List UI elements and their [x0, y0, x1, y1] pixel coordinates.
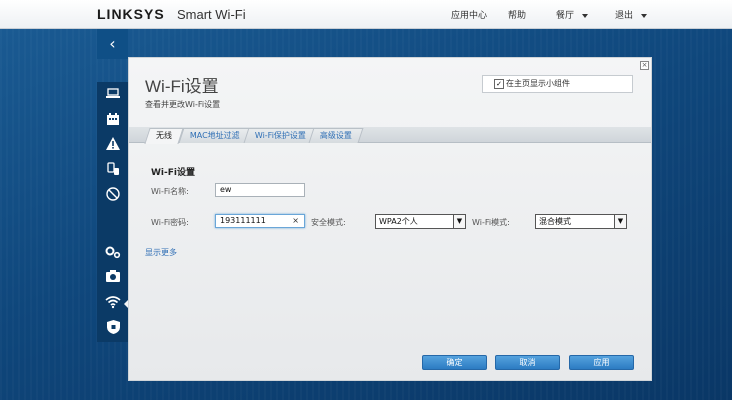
close-button[interactable]: ×: [640, 61, 649, 70]
shield-icon: [106, 320, 120, 334]
clear-icon[interactable]: ×: [292, 215, 299, 227]
nav-account-label: 餐厅: [556, 11, 575, 21]
close-icon: ×: [641, 61, 648, 69]
chevron-down-icon: [641, 13, 648, 18]
ok-button[interactable]: 确定: [422, 355, 487, 370]
wifi-mode-label: Wi-Fi模式:: [472, 218, 510, 227]
camera-icon: [106, 270, 120, 282]
sidebar-item-media[interactable]: [104, 270, 122, 288]
checkbox-icon[interactable]: ✓: [494, 79, 504, 89]
wifi-settings-panel: × Wi-Fi设置 查看并更改Wi-Fi设置 ✓ 在主页显示小组件 无线 MAC…: [128, 57, 652, 381]
chevron-down-icon: [582, 13, 589, 18]
nav-logout-label: 退出: [615, 11, 634, 21]
warning-icon: [106, 137, 120, 150]
laptop-icon: [106, 88, 120, 98]
gear-icon: [105, 246, 121, 259]
show-widget-label: 在主页显示小组件: [506, 79, 570, 88]
sidebar-item-security[interactable]: [104, 320, 122, 338]
sidebar-item-devices[interactable]: [104, 87, 122, 105]
show-widget-toggle[interactable]: ✓ 在主页显示小组件: [482, 75, 633, 93]
sidebar-item-speed[interactable]: [104, 162, 122, 180]
page-subtitle: 查看并更改Wi-Fi设置: [145, 100, 221, 109]
sidebar-item-parental[interactable]: [104, 112, 122, 130]
show-more-link[interactable]: 显示更多: [145, 247, 177, 258]
wifi-password-value: 193111111: [220, 216, 266, 225]
security-mode-label: 安全模式:: [311, 218, 346, 227]
nav-app-center[interactable]: 应用中心: [451, 8, 487, 21]
wifi-name-value: ew: [220, 185, 232, 194]
wifi-mode-value: 混合模式: [539, 217, 571, 226]
top-bar: LINKSYS Smart Wi-Fi 应用中心 帮助 餐厅 退出: [0, 0, 732, 29]
wifi-name-input[interactable]: ew: [215, 183, 305, 197]
cancel-button[interactable]: 取消: [495, 355, 560, 370]
tab-wps-label: Wi-Fi保护设置: [254, 131, 306, 140]
wifi-password-label: Wi-Fi密码:: [151, 218, 189, 227]
dropdown-arrow-icon: ▼: [453, 215, 465, 228]
back-chevron-icon: ‹: [109, 34, 116, 53]
sidebar-item-blocked[interactable]: [104, 187, 122, 205]
tab-mac-filter-label: MAC地址过滤: [189, 131, 240, 140]
sidebar-item-settings[interactable]: [104, 245, 122, 263]
nav-logout[interactable]: 退出: [615, 8, 648, 21]
dropdown-arrow-icon: ▼: [614, 215, 626, 228]
tab-wireless-label: 无线: [156, 131, 172, 140]
product-name: Smart Wi-Fi: [177, 7, 246, 22]
security-mode-select[interactable]: WPA2个人 ▼: [375, 214, 466, 229]
wifi-icon: [105, 296, 121, 309]
speed-icon: [107, 162, 119, 175]
tab-advanced[interactable]: 高级设置: [308, 128, 364, 143]
nav-help[interactable]: 帮助: [508, 8, 526, 21]
nav-account[interactable]: 餐厅: [556, 8, 589, 21]
tab-bar: 无线 MAC地址过滤 Wi-Fi保护设置 高级设置: [129, 127, 651, 144]
brand-logo: LINKSYS: [97, 6, 165, 22]
tab-wps[interactable]: Wi-Fi保护设置: [243, 128, 318, 143]
tab-advanced-label: 高级设置: [319, 131, 352, 140]
security-mode-value: WPA2个人: [379, 217, 418, 226]
calendar-icon: [107, 113, 119, 125]
page-title: Wi-Fi设置: [145, 77, 219, 96]
wifi-name-label: Wi-Fi名称:: [151, 187, 189, 196]
section-title: Wi-Fi设置: [151, 168, 195, 178]
back-button[interactable]: ‹: [97, 29, 128, 59]
wifi-password-input[interactable]: 193111111 ×: [215, 214, 305, 228]
sidebar-item-alerts[interactable]: [104, 137, 122, 155]
tab-mac-filter[interactable]: MAC地址过滤: [178, 128, 252, 143]
wifi-mode-select[interactable]: 混合模式 ▼: [535, 214, 627, 229]
sidebar-item-wifi[interactable]: [104, 295, 122, 313]
block-icon: [106, 187, 120, 201]
apply-button[interactable]: 应用: [569, 355, 634, 370]
